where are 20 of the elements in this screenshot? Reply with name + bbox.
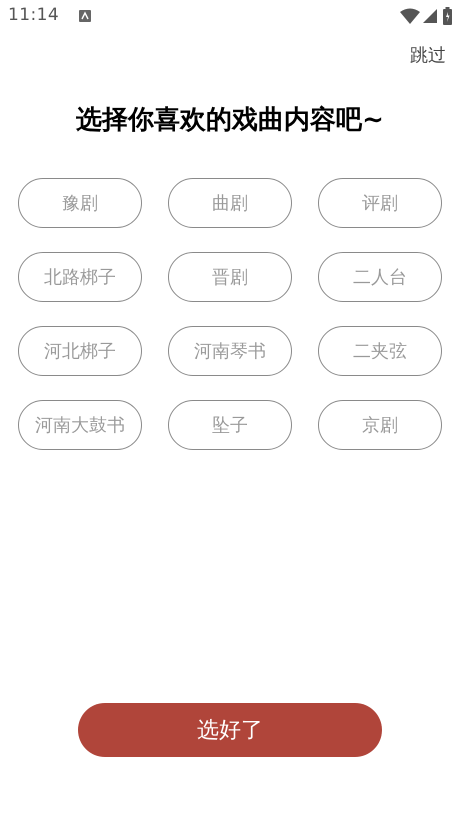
signal-icon (423, 9, 437, 23)
genre-chip[interactable]: 二夹弦 (318, 326, 442, 376)
genre-chip[interactable]: 豫剧 (18, 178, 142, 228)
wifi-icon (400, 8, 420, 24)
genre-chip[interactable]: 曲剧 (168, 178, 292, 228)
genre-chip[interactable]: 河南琴书 (168, 326, 292, 376)
genre-chip[interactable]: 河北梆子 (18, 326, 142, 376)
battery-icon (443, 7, 452, 25)
skip-button[interactable]: 跳过 (410, 42, 446, 69)
notification-icon (79, 10, 92, 22)
genre-chip[interactable]: 北路梆子 (18, 252, 142, 302)
genre-chip[interactable]: 晋剧 (168, 252, 292, 302)
genre-chip[interactable]: 坠子 (168, 400, 292, 450)
page-title: 选择你喜欢的戏曲内容吧~ (75, 104, 385, 137)
status-time: 11:14 (8, 4, 60, 28)
genre-chip[interactable]: 评剧 (318, 178, 442, 228)
genre-chip[interactable]: 京剧 (318, 400, 442, 450)
confirm-button[interactable]: 选好了 (78, 703, 382, 757)
genre-chip[interactable]: 河南大鼓书 (18, 400, 142, 450)
genre-chip[interactable]: 二人台 (318, 252, 442, 302)
